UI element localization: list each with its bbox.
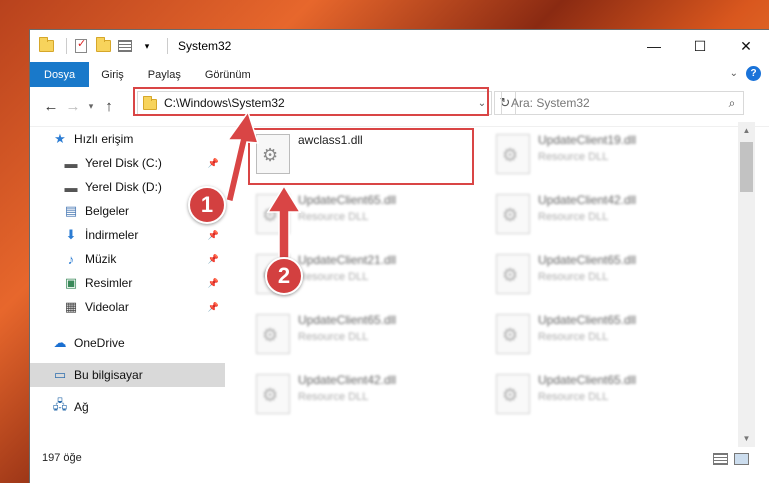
view-icon[interactable] [117,38,133,54]
minimize-button[interactable]: — [631,30,677,62]
search-input[interactable]: Ara: System32 [511,96,721,110]
file-item[interactable]: UpdateClient65.dllResource DLL [250,188,465,243]
window-title: System32 [178,39,232,53]
download-icon: ⬇ [65,227,77,242]
file-item[interactable]: UpdateClient42.dllResource DLL [250,368,465,423]
scroll-up-icon[interactable]: ▲ [738,122,755,139]
expand-ribbon-icon[interactable]: ⌄ [730,68,738,79]
cloud-icon: ☁ [53,335,67,350]
sidebar-item-quick-access[interactable]: ★ Hızlı erişim [30,127,225,151]
step-1-callout: 1 [188,186,226,224]
back-arrow-icon[interactable]: ← [40,96,62,118]
dll-file-icon [496,314,530,354]
file-item[interactable]: UpdateClient42.dllResource DLL [490,188,705,243]
pin-icon[interactable]: 📌 [208,278,219,289]
folder-icon[interactable] [38,37,54,54]
tab-home[interactable]: Giriş [89,62,136,87]
file-item[interactable]: UpdateClient19.dllResource DLL [490,128,705,183]
computer-icon: ▭ [53,367,67,382]
sidebar-item-disk-c[interactable]: ▬ Yerel Disk (C:) 📌 [30,151,225,175]
pin-icon[interactable]: 📌 [208,230,219,241]
dll-file-icon [256,314,290,354]
divider [66,38,67,54]
scroll-down-icon[interactable]: ▼ [738,430,755,447]
tab-view[interactable]: Görünüm [193,62,263,87]
pin-icon[interactable]: 📌 [208,158,219,169]
sidebar-item-network[interactable]: 🖧 Ağ [30,395,225,419]
divider [167,38,168,54]
search-box[interactable]: Ara: System32 ⌕ [501,91,744,115]
pin-icon[interactable]: 📌 [208,302,219,313]
sidebar-item-this-pc[interactable]: ▭ Bu bilgisayar [30,363,225,387]
item-count: 197 öğe [42,452,82,464]
maximize-button[interactable]: ☐ [677,30,723,62]
new-folder-icon[interactable] [95,37,111,54]
recent-locations-icon[interactable]: ▾ [84,96,98,118]
dll-file-icon [496,134,530,174]
dll-file-icon [256,374,290,414]
customize-quick-access-icon[interactable]: ▾ [139,38,155,54]
close-button[interactable]: ✕ [723,30,769,62]
sidebar-item-pictures[interactable]: ▣ Resimler 📌 [30,271,225,295]
navigation-pane: ★ Hızlı erişim ▬ Yerel Disk (C:) 📌 ▬ Yer… [30,127,225,447]
sidebar-item-music[interactable]: ♪ Müzik 📌 [30,247,225,271]
scrollbar-thumb[interactable] [740,142,753,192]
dll-file-icon [496,194,530,234]
forward-arrow-icon[interactable]: → [62,96,84,118]
file-highlight [248,128,474,185]
properties-icon[interactable] [73,37,89,54]
sidebar-item-onedrive[interactable]: ☁ OneDrive [30,331,225,355]
title-bar: ▾ System32 — ☐ ✕ [30,30,769,62]
drive-icon: ▬ [64,155,78,171]
dll-file-icon [256,194,290,234]
network-icon: 🖧 [52,397,68,412]
sidebar-item-downloads[interactable]: ⬇ İndirmeler 📌 [30,223,225,247]
details-view-icon[interactable] [713,453,728,465]
step-2-callout: 2 [265,257,303,295]
tab-file[interactable]: Dosya [30,62,90,87]
dll-file-icon [496,374,530,414]
sidebar-item-videos[interactable]: ▦ Videolar 📌 [30,295,225,319]
drive-icon: ▬ [64,179,78,195]
music-icon: ♪ [67,251,75,267]
video-icon: ▦ [64,299,78,314]
large-icons-view-icon[interactable] [734,453,749,465]
up-arrow-icon[interactable]: ↑ [98,96,120,118]
file-item[interactable]: UpdateClient65.dllResource DLL [490,308,705,363]
vertical-scrollbar[interactable]: ▲ ▼ [738,122,755,447]
help-icon[interactable]: ? [746,66,761,81]
document-icon: ▤ [64,203,78,218]
pictures-icon: ▣ [64,275,78,290]
pin-icon[interactable]: 📌 [208,254,219,265]
ribbon-tabs: Dosya Giriş Paylaş Görünüm ⌄ ? [30,62,769,87]
address-bar-highlight [133,87,489,116]
file-item[interactable]: UpdateClient65.dllResource DLL [250,308,465,363]
file-item[interactable]: UpdateClient65.dllResource DLL [490,368,705,423]
search-icon[interactable]: ⌕ [721,96,743,111]
dll-file-icon [496,254,530,294]
tab-share[interactable]: Paylaş [136,62,193,87]
file-item[interactable]: UpdateClient65.dllResource DLL [490,248,705,303]
star-icon: ★ [54,131,66,146]
